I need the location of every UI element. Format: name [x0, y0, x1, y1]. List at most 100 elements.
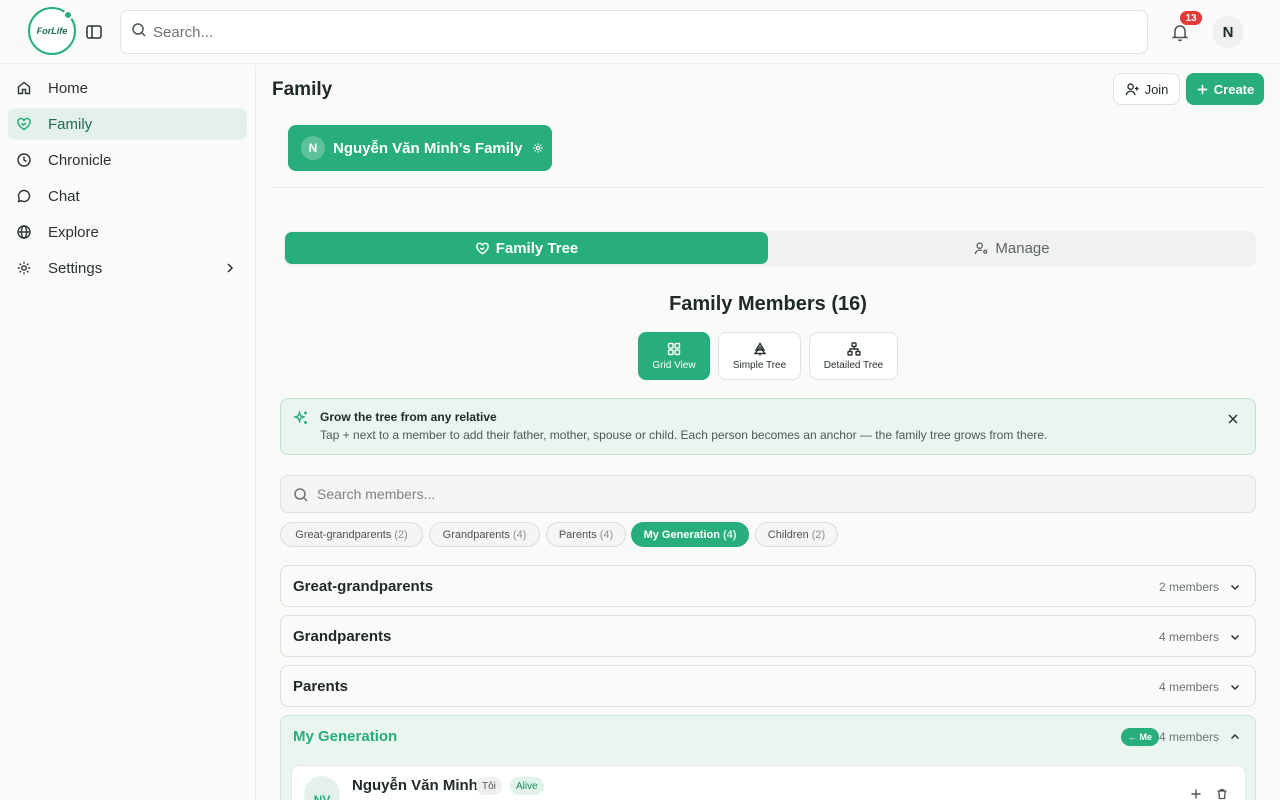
- join-button[interactable]: Join: [1113, 73, 1180, 105]
- filter-label: Children: [767, 528, 809, 541]
- filter-count: (4): [512, 528, 527, 541]
- chat-bubble-icon: [16, 188, 32, 204]
- group-count: 4 members: [1158, 630, 1219, 644]
- search-icon: [131, 22, 147, 38]
- member-card[interactable]: NV Nguyễn Văn Minh Tôi Alive: [291, 765, 1246, 800]
- tab-label: Manage: [995, 239, 1050, 257]
- family-selector[interactable]: N Nguyễn Văn Minh's Family: [288, 125, 552, 171]
- filter-grandparents[interactable]: Grandparents (4): [429, 522, 540, 547]
- sparkle-icon: [293, 410, 309, 426]
- tab-label: Family Tree: [495, 239, 579, 257]
- me-badge: ← Me: [1120, 728, 1159, 746]
- view-label: Simple Tree: [732, 359, 787, 371]
- group-name: My Generation: [293, 728, 398, 745]
- sidebar: Home Family Chronicle Chat Explore Setti…: [0, 65, 256, 800]
- join-button-label: Join: [1144, 81, 1169, 97]
- sidebar-item-label: Chronicle: [48, 151, 112, 169]
- filter-parents[interactable]: Parents (4): [546, 522, 626, 547]
- close-icon[interactable]: [1227, 413, 1239, 425]
- group-great-grandparents[interactable]: Great-grandparents 2 members: [280, 565, 1256, 607]
- chevron-down-icon: [1229, 681, 1241, 693]
- status-badge: Alive: [510, 777, 544, 795]
- tab-family-tree[interactable]: Family Tree: [285, 232, 768, 264]
- sidebar-item-family[interactable]: Family: [8, 108, 247, 140]
- filter-count: (2): [811, 528, 826, 541]
- chevron-down-icon: [1229, 581, 1241, 593]
- group-count: 2 members: [1158, 580, 1219, 594]
- logo-status-dot: [63, 10, 73, 20]
- app-logo[interactable]: ForLife: [28, 7, 76, 55]
- sidebar-item-label: Settings: [48, 259, 103, 277]
- home-icon: [16, 80, 32, 96]
- members-title: Family Members (16): [669, 293, 867, 315]
- sidebar-item-chronicle[interactable]: Chronicle: [8, 144, 247, 176]
- filter-label: Parents: [558, 528, 597, 541]
- sidebar-item-home[interactable]: Home: [8, 72, 247, 104]
- heart-handshake-icon: [16, 116, 32, 132]
- globe-icon: [16, 224, 32, 240]
- trash-icon[interactable]: [1216, 788, 1228, 800]
- group-name: Grandparents: [293, 628, 392, 645]
- filter-label: Great-grandparents: [295, 528, 392, 541]
- top-bar: ForLife 13 N: [0, 0, 1280, 64]
- add-relative-icon[interactable]: [1190, 788, 1202, 800]
- self-tag: Tôi: [476, 777, 502, 795]
- notification-badge: 13: [1180, 11, 1202, 25]
- global-search[interactable]: [120, 10, 1148, 54]
- sidebar-toggle-icon[interactable]: [84, 22, 104, 42]
- filter-great-grandparents[interactable]: Great-grandparents (2): [280, 522, 423, 547]
- family-avatar: N: [301, 136, 325, 160]
- tab-bar: Family Tree Manage: [284, 231, 1256, 267]
- group-my-generation[interactable]: My Generation ← Me 4 members: [280, 715, 1256, 758]
- sidebar-item-label: Home: [48, 79, 89, 97]
- group-count: 4 members: [1158, 730, 1219, 744]
- sidebar-item-label: Family: [48, 115, 93, 133]
- chevron-right-icon: [223, 261, 237, 275]
- filter-my-generation[interactable]: My Generation (4): [631, 522, 749, 547]
- group-name: Parents: [293, 678, 349, 695]
- info-title: Grow the tree from any relative: [320, 410, 497, 424]
- main-content: Family Join Create N Nguyễn Văn Minh's F…: [256, 65, 1280, 800]
- filter-count: (2): [394, 528, 408, 541]
- search-icon: [293, 487, 309, 503]
- create-button[interactable]: Create: [1186, 73, 1264, 105]
- sidebar-item-explore[interactable]: Explore: [8, 216, 247, 248]
- group-count: 4 members: [1158, 680, 1219, 694]
- notification-bell-icon[interactable]: [1170, 22, 1190, 42]
- family-settings-icon[interactable]: [532, 142, 544, 154]
- grid-icon: [667, 342, 681, 355]
- grid-view-button[interactable]: Grid View: [638, 332, 710, 380]
- logo-text: ForLife: [36, 26, 68, 36]
- group-parents[interactable]: Parents 4 members: [280, 665, 1256, 707]
- simple-tree-button[interactable]: Simple Tree: [718, 332, 801, 380]
- tab-manage[interactable]: Manage: [769, 232, 1255, 264]
- sidebar-item-label: Explore: [48, 223, 99, 241]
- user-avatar[interactable]: N: [1212, 16, 1244, 48]
- sidebar-item-label: Chat: [48, 187, 80, 205]
- filter-children[interactable]: Children (2): [755, 522, 838, 547]
- global-search-input[interactable]: [153, 11, 1133, 53]
- group-grandparents[interactable]: Grandparents 4 members: [280, 615, 1256, 657]
- sidebar-item-settings[interactable]: Settings: [8, 252, 247, 284]
- member-search[interactable]: [280, 475, 1256, 513]
- view-label: Detailed Tree: [823, 359, 884, 371]
- member-search-input[interactable]: [317, 476, 1237, 512]
- filter-count: (4): [722, 528, 737, 541]
- user-plus-icon: [1125, 82, 1139, 95]
- clock-icon: [16, 152, 32, 168]
- tree-icon: [753, 341, 766, 355]
- member-name: Nguyễn Văn Minh: [352, 777, 478, 794]
- sidebar-item-chat[interactable]: Chat: [8, 180, 247, 212]
- member-initials: NV: [313, 793, 331, 800]
- info-text: Tap + next to a member to add their fath…: [320, 428, 1048, 442]
- heart-handshake-icon: [475, 242, 489, 254]
- filter-label: Grandparents: [442, 528, 510, 541]
- filter-label: My Generation: [643, 528, 720, 541]
- page-title: Family: [272, 79, 333, 100]
- group-name: Great-grandparents: [293, 578, 434, 595]
- detailed-tree-button[interactable]: Detailed Tree: [809, 332, 898, 380]
- group-body-my-generation: NV Nguyễn Văn Minh Tôi Alive: [280, 757, 1256, 800]
- family-name: Nguyễn Văn Minh's Family: [333, 139, 523, 157]
- section-divider: [272, 187, 1264, 188]
- user-cog-icon: [975, 241, 988, 254]
